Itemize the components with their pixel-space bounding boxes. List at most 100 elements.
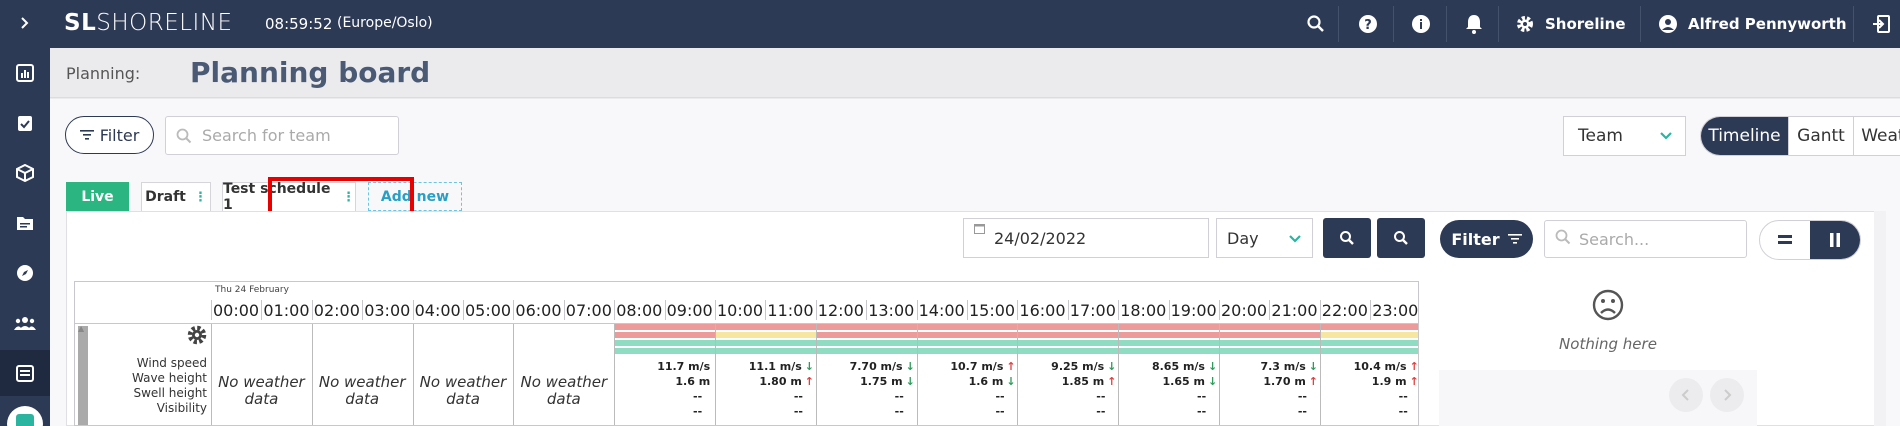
notifications-bell-icon[interactable] (1454, 0, 1494, 48)
timeline-grid: Thu 24 February ▲ Wind speed Wave height… (74, 281, 1419, 426)
more-vertical-icon[interactable]: ⋮ (194, 190, 207, 205)
right-filter-button[interactable]: Filter (1440, 220, 1533, 258)
weather-status-bar (615, 348, 715, 354)
weather-settings-gear-icon[interactable] (186, 324, 208, 352)
hour-label: 09:00 (666, 301, 713, 320)
hour-separator (1017, 300, 1019, 320)
expand-sidebar-icon[interactable] (0, 0, 50, 46)
timezone-label: (Europe/Oslo) (337, 15, 433, 31)
arrow-down-icon: ↓ (1006, 375, 1016, 388)
hour-separator (463, 300, 464, 320)
hour-separator (563, 300, 565, 320)
no-weather-data: No weather data (318, 373, 406, 408)
hour-separator (362, 300, 364, 320)
logout-icon[interactable] (1863, 0, 1899, 48)
weather-cell[interactable]: 10.4 m/s ↑ 1.9 m ↑ -- -- (1321, 359, 1419, 419)
weather-status-bar (1018, 340, 1119, 346)
weather-status-bar (1119, 348, 1219, 354)
right-search-input[interactable]: Search... (1544, 220, 1747, 258)
vertical-scrollbar[interactable] (78, 326, 88, 425)
folder-icon[interactable] (0, 200, 50, 246)
search-icon (1555, 229, 1571, 249)
view-weather-button[interactable]: Weather (1854, 117, 1900, 155)
weather-status-bar (1119, 324, 1219, 330)
hour-label: 17:00 (1069, 301, 1116, 320)
weather-status-bar (917, 340, 1018, 346)
team-select[interactable]: Team (1563, 116, 1686, 156)
user-avatar-icon[interactable] (1648, 0, 1688, 48)
user-name[interactable]: Alfred Pennyworth (1688, 15, 1847, 33)
team-icon[interactable] (0, 300, 50, 346)
hour-label: 08:00 (616, 301, 663, 320)
tab-draft[interactable]: Draft ⋮ (141, 182, 211, 211)
weather-cell[interactable]: 7.3 m/s ↓ 1.70 m ↑ -- -- (1220, 359, 1318, 419)
hour-label: 15:00 (969, 301, 1016, 320)
selected-tab-highlight (268, 177, 414, 215)
panel-scrollbar[interactable] (1874, 211, 1886, 426)
hour-label: 03:00 (364, 301, 411, 320)
planning-board-icon[interactable] (0, 350, 50, 396)
arrow-up-icon: ↑ (1409, 375, 1419, 388)
hour-label: 01:00 (263, 301, 310, 320)
weather-cell[interactable]: 9.25 m/s ↓ 1.85 m ↑ -- -- (1018, 359, 1116, 419)
search-icon (176, 128, 192, 144)
settings-gear-icon[interactable] (1505, 0, 1545, 48)
app-logo[interactable]: SLSHORELINE (64, 10, 233, 36)
weather-cell[interactable]: 11.1 m/s ↓ 1.80 m ↑ -- -- (716, 359, 814, 419)
range-select[interactable]: Day (1216, 218, 1313, 258)
view-gantt-button[interactable]: Gantt (1789, 117, 1854, 155)
hour-label: 04:00 (414, 301, 461, 320)
list-view-icon[interactable] (1760, 221, 1810, 259)
calendar-icon (974, 223, 985, 237)
hour-separator (815, 300, 817, 320)
weather-cell[interactable]: 8.65 m/s ↓ 1.65 m ↓ -- -- (1119, 359, 1217, 419)
page-title: Planning board (190, 56, 431, 89)
filter-button[interactable]: Filter (65, 116, 154, 154)
topbar: SLSHORELINE 08:59:52 (Europe/Oslo) ? Sho… (50, 0, 1900, 48)
weather-status-bar (816, 332, 917, 338)
prev-page-button[interactable] (1669, 378, 1703, 412)
tab-live[interactable]: Live (66, 182, 129, 211)
scroll-up-icon[interactable]: ▲ (78, 324, 84, 333)
weather-status-bar (816, 324, 917, 330)
day-label: Thu 24 February (215, 285, 289, 295)
hour-label: 06:00 (515, 301, 562, 320)
weather-cell[interactable]: 11.7 m/s 1.6 m -- -- (615, 359, 713, 419)
arrow-up-icon: ↑ (1409, 360, 1419, 373)
weather-status-bar (816, 348, 917, 354)
hour-label: 21:00 (1271, 301, 1318, 320)
hour-separator (211, 300, 212, 320)
org-name[interactable]: Shoreline (1545, 15, 1626, 33)
help-icon[interactable]: ? (1348, 0, 1388, 48)
weather-cell[interactable]: 10.7 m/s ↑ 1.6 m ↓ -- -- (918, 359, 1016, 419)
hour-label: 11:00 (767, 301, 814, 320)
page-header: Planning: Planning board (50, 48, 1900, 98)
hour-label: 16:00 (1019, 301, 1066, 320)
next-page-button[interactable] (1710, 378, 1744, 412)
team-search-input[interactable]: Search for team (165, 116, 399, 155)
columns-view-icon[interactable] (1810, 221, 1860, 259)
zoom-out-button[interactable] (1323, 218, 1371, 258)
zoom-in-button[interactable] (1377, 218, 1425, 258)
reports-icon[interactable] (0, 50, 50, 96)
search-icon[interactable] (1296, 0, 1336, 48)
arrow-up-icon: ↑ (1006, 360, 1016, 373)
weather-label-column: ▲ Wind speed Wave height Swell height Vi… (75, 324, 211, 425)
hour-label: 05:00 (465, 301, 512, 320)
no-weather-data: No weather data (520, 373, 608, 408)
no-weather-data: No weather data (419, 373, 507, 408)
compass-icon[interactable] (0, 250, 50, 296)
calendar-avatar-icon[interactable] (7, 406, 43, 426)
tasks-icon[interactable] (0, 100, 50, 146)
hour-separator (1168, 300, 1170, 320)
weather-status-bar (716, 332, 816, 338)
weather-status-bar (1018, 332, 1119, 338)
weather-status-bar (1220, 340, 1320, 346)
weather-cell[interactable]: 7.70 m/s ↓ 1.75 m ↓ -- -- (817, 359, 915, 419)
weather-status-bar (615, 332, 715, 338)
view-timeline-button[interactable]: Timeline (1701, 117, 1789, 155)
zoom-in-icon (1394, 231, 1408, 245)
info-icon[interactable] (1401, 0, 1441, 48)
date-input[interactable]: 24/02/2022 (963, 218, 1209, 258)
package-icon[interactable] (0, 150, 50, 196)
